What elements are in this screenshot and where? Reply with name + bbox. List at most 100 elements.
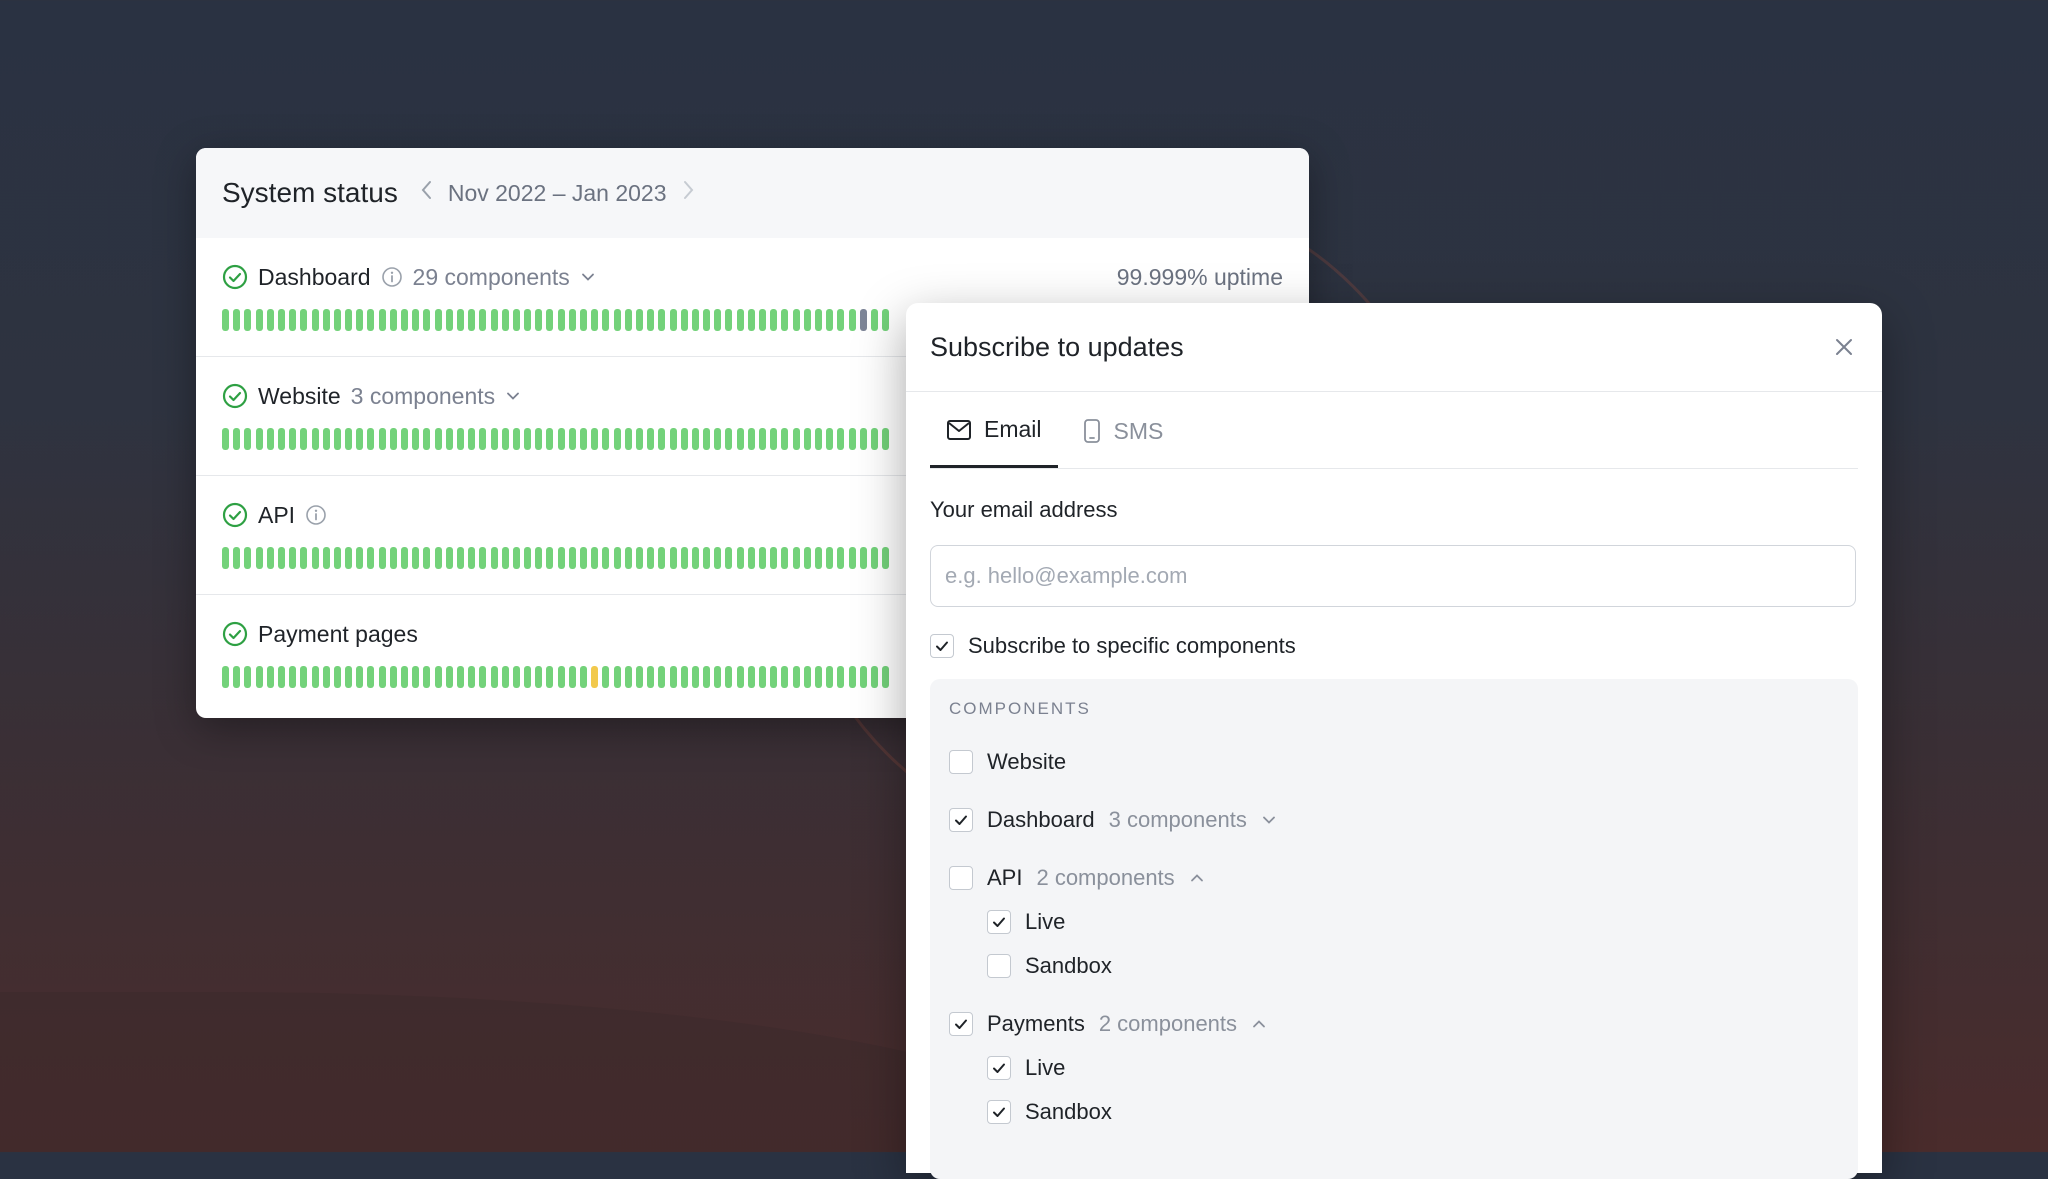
uptime-bar[interactable] [456,547,464,569]
uptime-bar[interactable] [770,309,778,331]
uptime-bar[interactable] [356,309,364,331]
uptime-bar[interactable] [311,309,319,331]
uptime-bar[interactable] [322,547,330,569]
uptime-bar[interactable] [266,666,274,688]
uptime-bar[interactable] [356,547,364,569]
uptime-bar[interactable] [401,666,408,688]
uptime-bar[interactable] [490,309,498,331]
uptime-bar[interactable] [602,547,610,569]
uptime-bar[interactable] [367,309,375,331]
component-count[interactable]: 3 components [1109,807,1247,833]
uptime-bar[interactable] [747,547,755,569]
uptime-bar[interactable] [300,547,308,569]
uptime-bar[interactable] [814,666,822,688]
uptime-bar[interactable] [759,666,766,688]
uptime-bar[interactable] [725,666,733,688]
component-api-row[interactable]: API 2 components [949,861,1839,895]
uptime-bar[interactable] [345,309,353,331]
uptime-bar[interactable] [714,547,722,569]
uptime-bar[interactable] [535,666,543,688]
uptime-bar[interactable] [759,428,766,450]
uptime-bar[interactable] [770,666,778,688]
uptime-bar[interactable] [233,547,241,569]
uptime-bar[interactable] [859,547,867,569]
uptime-bar[interactable] [647,547,655,569]
uptime-bar[interactable] [501,309,509,331]
uptime-bar[interactable] [591,428,599,450]
uptime-bar[interactable] [781,309,789,331]
subcomponent-row[interactable]: Live [987,905,1839,939]
uptime-bar[interactable] [233,666,241,688]
component-count[interactable]: 2 components [1036,865,1174,891]
uptime-bar[interactable] [635,309,643,331]
uptime-bar[interactable] [658,666,666,688]
chevron-down-icon[interactable] [580,269,596,285]
uptime-bar[interactable] [859,666,867,688]
uptime-bar[interactable] [412,428,420,450]
uptime-bar[interactable] [389,547,397,569]
uptime-bar[interactable] [792,666,800,688]
uptime-bar[interactable] [468,309,476,331]
uptime-bar[interactable] [557,309,565,331]
component-dashboard-row[interactable]: Dashboard 3 components [949,803,1839,837]
uptime-bar[interactable] [378,547,386,569]
uptime-bar[interactable] [635,666,643,688]
uptime-bar[interactable] [580,428,587,450]
checkbox[interactable] [949,808,973,832]
uptime-bar[interactable] [300,428,308,450]
uptime-bar[interactable] [658,428,666,450]
uptime-bar[interactable] [501,547,509,569]
uptime-bar[interactable] [669,428,677,450]
uptime-bar[interactable] [401,428,408,450]
uptime-bar[interactable] [445,547,453,569]
uptime-bar[interactable] [501,428,509,450]
uptime-bar[interactable] [580,666,587,688]
uptime-bar[interactable] [669,309,677,331]
uptime-bar[interactable] [233,309,241,331]
uptime-bar[interactable] [826,547,834,569]
uptime-bar[interactable] [356,666,364,688]
uptime-bar[interactable] [591,666,599,688]
uptime-bar[interactable] [289,428,297,450]
uptime-bar[interactable] [870,666,878,688]
uptime-bar[interactable] [669,547,677,569]
uptime-bar[interactable] [736,309,744,331]
uptime-bar[interactable] [434,309,442,331]
uptime-bar[interactable] [289,666,297,688]
uptime-bar[interactable] [423,666,431,688]
uptime-bar[interactable] [691,309,699,331]
checkbox[interactable] [987,954,1011,978]
uptime-bar[interactable] [289,309,297,331]
close-icon[interactable] [1833,336,1855,358]
uptime-bar[interactable] [703,666,711,688]
uptime-bar[interactable] [837,547,845,569]
uptime-bar[interactable] [468,547,476,569]
uptime-bar[interactable] [848,428,856,450]
previous-period-icon[interactable] [420,179,434,207]
uptime-bar[interactable] [781,428,789,450]
uptime-bar[interactable] [557,666,565,688]
uptime-bar[interactable] [389,666,397,688]
uptime-bar[interactable] [244,309,252,331]
uptime-bar[interactable] [333,309,341,331]
uptime-bar[interactable] [725,428,733,450]
uptime-bar[interactable] [792,547,800,569]
uptime-bar[interactable] [490,666,498,688]
uptime-bar[interactable] [747,428,755,450]
uptime-bar[interactable] [568,666,576,688]
uptime-bar[interactable] [333,666,341,688]
component-payments-row[interactable]: Payments 2 components [949,1007,1839,1041]
uptime-bar[interactable] [512,428,520,450]
uptime-bar[interactable] [322,309,330,331]
chevron-down-icon[interactable] [505,388,521,404]
uptime-bar[interactable] [703,547,711,569]
uptime-bar[interactable] [445,428,453,450]
uptime-bar[interactable] [781,547,789,569]
uptime-bar[interactable] [345,666,353,688]
uptime-bar[interactable] [613,547,621,569]
uptime-bar[interactable] [546,666,554,688]
uptime-bar[interactable] [792,309,800,331]
uptime-bar[interactable] [367,428,375,450]
uptime-bar[interactable] [445,666,453,688]
uptime-bar[interactable] [333,428,341,450]
